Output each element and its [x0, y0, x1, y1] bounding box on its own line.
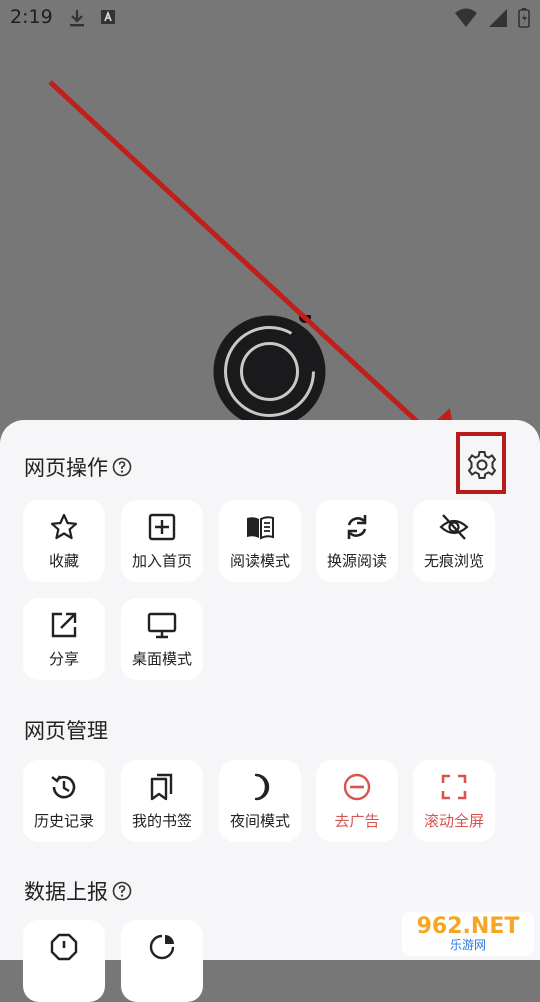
- wifi-icon: [455, 8, 477, 27]
- status-bar: 2:19: [0, 0, 540, 36]
- history-icon: [51, 775, 76, 799]
- fullscreen-icon: [441, 774, 467, 800]
- tile-label: 换源阅读: [326, 552, 387, 570]
- tile-label: 去广告: [334, 812, 380, 830]
- tile-switch-source[interactable]: 换源阅读: [316, 500, 398, 582]
- section-title-text: 网页管理: [24, 719, 108, 743]
- alert-octagon-icon: [50, 933, 78, 961]
- signal-icon: [489, 9, 507, 27]
- watermark-sub: 乐游网: [449, 938, 486, 952]
- help-icon[interactable]: [112, 457, 132, 477]
- moon-icon: [254, 773, 270, 801]
- tile-history[interactable]: 历史记录: [23, 760, 105, 842]
- tile-add-to-home[interactable]: 加入首页: [121, 500, 203, 582]
- tile-ad-block[interactable]: 去广告: [316, 760, 398, 842]
- tile-night-mode[interactable]: 夜间模式: [219, 760, 301, 842]
- tile-bookmarks[interactable]: 我的书签: [121, 760, 203, 842]
- tile-label: 滚动全屏: [423, 812, 484, 830]
- tile-label: 夜间模式: [229, 812, 290, 830]
- tile-label: 桌面模式: [131, 650, 192, 668]
- tile-label: 无痕浏览: [423, 552, 484, 570]
- section-title-data-report: 数据上报: [24, 876, 132, 906]
- tile-share[interactable]: 分享: [23, 598, 105, 680]
- watermark-logo: 962.NET 乐游网: [402, 912, 534, 956]
- section-title-text: 数据上报: [24, 880, 108, 904]
- share-icon: [51, 612, 77, 638]
- section-title-page-manage: 网页管理: [24, 715, 108, 745]
- tile-label: 历史记录: [33, 812, 94, 830]
- tile-incognito[interactable]: 无痕浏览: [413, 500, 495, 582]
- tile-label: 我的书签: [131, 812, 192, 830]
- status-time: 2:19: [10, 6, 53, 28]
- star-icon: [50, 513, 78, 540]
- pie-chart-icon: [149, 934, 175, 960]
- help-icon[interactable]: [112, 881, 132, 901]
- tile-favorite[interactable]: 收藏: [23, 500, 105, 582]
- section-title-text: 网页操作: [24, 456, 108, 480]
- monitor-icon: [147, 612, 177, 639]
- refresh-icon: [347, 515, 367, 539]
- tile-label: 分享: [48, 650, 79, 668]
- watermark-main: 962.NET: [416, 914, 520, 939]
- bookmarks-icon: [150, 773, 173, 801]
- block-icon: [343, 773, 371, 801]
- tile-label: 加入首页: [131, 552, 192, 570]
- plus-square-icon: [148, 513, 176, 541]
- tile-report-stats[interactable]: [121, 920, 203, 1002]
- tile-scroll-fullscreen[interactable]: 滚动全屏: [413, 760, 495, 842]
- section-title-page-ops: 网页操作: [24, 452, 132, 482]
- annotation-highlight-box: [456, 432, 506, 494]
- tile-label: 阅读模式: [229, 552, 290, 570]
- download-icon: [70, 10, 84, 27]
- tile-label: 收藏: [48, 552, 79, 570]
- tile-reading-mode[interactable]: 阅读模式: [219, 500, 301, 582]
- battery-charging-icon: [518, 8, 530, 28]
- eye-off-icon: [439, 514, 469, 540]
- loading-spinner-icon: [213, 315, 326, 428]
- book-icon: [247, 516, 274, 540]
- tile-desktop-mode[interactable]: 桌面模式: [121, 598, 203, 680]
- tile-report-error[interactable]: [23, 920, 105, 1002]
- app-notification-icon: [101, 10, 115, 24]
